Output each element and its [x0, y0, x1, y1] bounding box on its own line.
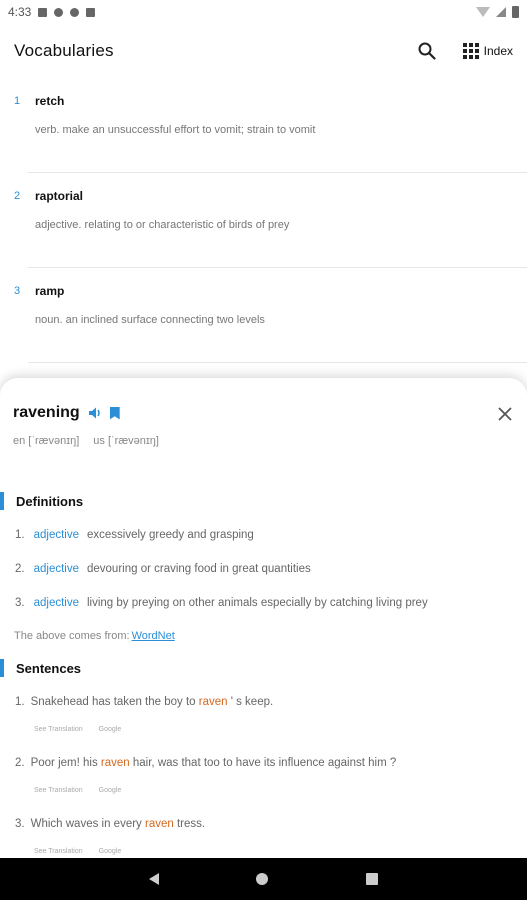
item-number: 2	[14, 190, 21, 202]
sentence-highlight: raven	[145, 818, 174, 830]
definition-text: living by preying on other animals espec…	[86, 597, 428, 609]
item-number: 3	[14, 285, 21, 297]
item-word: ramp	[35, 284, 65, 298]
sentence-actions: See Translation Google	[34, 726, 121, 733]
status-bar: 4:33	[0, 0, 527, 24]
phonetics: en [ˈrævənɪŋ] us [ˈrævənɪŋ]	[13, 435, 159, 447]
definition-text: devouring or craving food in great quant…	[86, 563, 311, 575]
part-of-speech: adjective	[33, 529, 79, 541]
sentence-text: tress.	[173, 818, 206, 830]
app-bar-actions: Index	[415, 39, 513, 63]
item-word: retch	[35, 94, 65, 108]
part-of-speech: adjective	[33, 597, 79, 609]
status-time: 4:33	[8, 5, 32, 19]
sentence-number: 3.	[15, 818, 25, 830]
sentence-highlight: raven	[198, 696, 228, 708]
sentence-text: ' s keep.	[227, 696, 274, 708]
see-translation-link[interactable]: See Translation	[34, 726, 83, 733]
notification-icon	[38, 7, 48, 17]
divider	[28, 362, 527, 363]
home-icon[interactable]	[256, 873, 269, 885]
search-button[interactable]	[415, 39, 439, 63]
google-link[interactable]: Google	[99, 726, 122, 733]
cell-signal-icon	[496, 7, 506, 17]
status-right	[476, 6, 519, 18]
bookmark-icon[interactable]	[109, 406, 120, 420]
definition-item: 3. adjective living by preying on other an…	[15, 597, 428, 609]
search-icon	[418, 42, 436, 60]
battery-icon	[512, 6, 519, 18]
part-of-speech: adjective	[33, 563, 79, 575]
sentence-item: 1. Snakehead has taken the boy to raven '…	[15, 696, 273, 708]
google-link[interactable]: Google	[99, 787, 122, 794]
notification-icon	[86, 7, 96, 17]
sentence-text: Which waves in every	[30, 818, 145, 830]
sentence-number: 1.	[15, 696, 25, 708]
sentences-title: Sentences	[16, 660, 82, 676]
close-icon[interactable]	[497, 406, 513, 422]
recents-icon[interactable]	[366, 873, 379, 885]
back-icon[interactable]	[148, 873, 159, 885]
item-word: raptorial	[35, 189, 84, 203]
item-definition: noun. an inclined surface connecting two…	[35, 314, 265, 326]
google-link[interactable]: Google	[99, 848, 122, 855]
sheet-header: ravening	[13, 404, 120, 422]
grid-icon	[462, 43, 479, 59]
sentence-number: 2.	[15, 757, 25, 769]
app-bar: Vocabularies Index	[0, 24, 527, 78]
notification-icon	[54, 7, 64, 17]
list-item[interactable]: 2 raptorial adjective. relating to or ch…	[0, 173, 527, 268]
sentence-text: Snakehead has taken the boy to	[30, 696, 199, 708]
list-item[interactable]: 1 retch verb. make an unsuccessful effor…	[0, 78, 527, 173]
sentences-header: Sentences	[0, 659, 81, 677]
index-button[interactable]: Index	[462, 43, 513, 59]
sentence-highlight: raven	[100, 757, 130, 769]
wifi-icon	[476, 7, 490, 17]
see-translation-link[interactable]: See Translation	[34, 787, 83, 794]
navigation-bar	[0, 858, 527, 900]
sentence-actions: See Translation Google	[34, 848, 121, 855]
definition-text: excessively greedy and grasping	[86, 529, 254, 541]
speaker-icon[interactable]	[87, 405, 103, 421]
source-prefix: The above comes from:	[14, 630, 130, 642]
item-definition: verb. make an unsuccessful effort to vom…	[35, 124, 316, 136]
notification-icon	[70, 7, 80, 17]
page-title: Vocabularies	[14, 41, 114, 60]
definition-item: 2. adjective devouring or craving food in …	[15, 563, 311, 575]
definition-item: 1. adjective excessively greedy and graspi…	[15, 529, 254, 541]
index-label: Index	[483, 44, 513, 58]
sentence-item: 2. Poor jem! his raven hair, was that too…	[15, 757, 396, 769]
list-item[interactable]: 3 ramp noun. an inclined surface connect…	[0, 268, 527, 363]
word-detail-sheet: ravening en [ˈrævənɪŋ] us [ˈrævənɪŋ] Def…	[0, 378, 527, 858]
definitions-header: Definitions	[0, 492, 83, 510]
source-attribution: The above comes from: WordNet	[14, 630, 175, 642]
headword: ravening	[13, 404, 80, 421]
status-left: 4:33	[8, 5, 96, 19]
sentence-actions: See Translation Google	[34, 787, 121, 794]
phonetic-en[interactable]: en [ˈrævənɪŋ]	[13, 435, 79, 447]
item-definition: adjective. relating to or characteristic…	[35, 219, 290, 231]
section-marker	[0, 492, 4, 510]
vocab-list: 1 retch verb. make an unsuccessful effor…	[0, 78, 527, 363]
sentence-text: hair, was that too to have its influence…	[129, 757, 397, 769]
item-number: 1	[14, 95, 21, 107]
see-translation-link[interactable]: See Translation	[34, 848, 83, 855]
sentence-item: 3. Which waves in every raven tress.	[15, 818, 205, 830]
sentence-text: Poor jem! his	[30, 757, 101, 769]
definition-number: 2.	[15, 563, 25, 575]
section-marker	[0, 659, 4, 677]
definition-number: 3.	[15, 597, 25, 609]
phonetic-us[interactable]: us [ˈrævənɪŋ]	[93, 435, 159, 447]
definitions-title: Definitions	[16, 493, 84, 509]
definition-number: 1.	[15, 529, 25, 541]
wordnet-link[interactable]: WordNet	[132, 630, 175, 642]
